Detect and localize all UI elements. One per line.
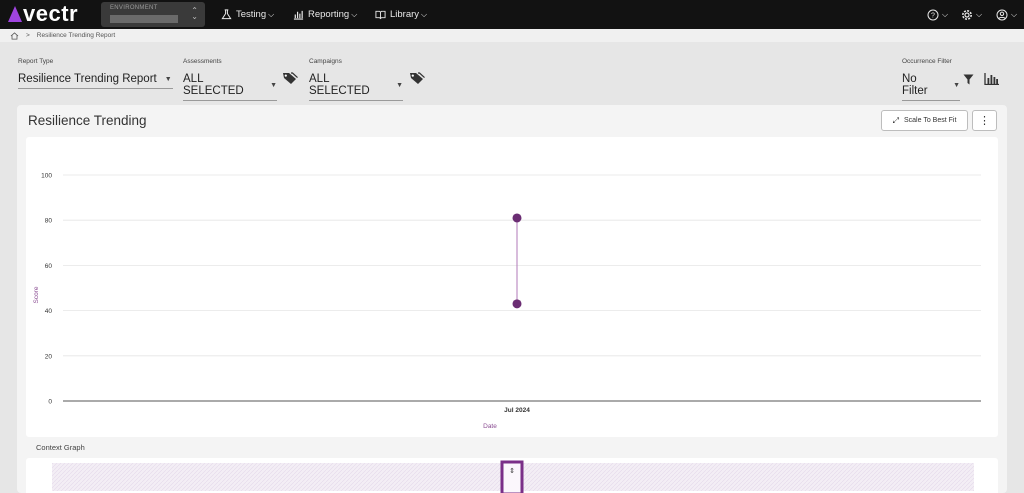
campaigns-select[interactable]: ALL SELECTED ▼: [309, 73, 403, 101]
breadcrumb-separator: >: [26, 32, 30, 39]
nav-testing-label: Testing: [236, 9, 267, 20]
campaigns-value: ALL SELECTED: [309, 73, 370, 97]
chevron-down-icon: ⌵: [1011, 9, 1018, 19]
tags-icon[interactable]: [282, 72, 298, 86]
resilience-panel: Resilience Trending ⤢ Scale To Best Fit …: [17, 105, 1007, 493]
bar-chart-icon[interactable]: [984, 73, 999, 85]
expand-arrows-icon: ⤢: [892, 115, 899, 125]
y-tick-label: 80: [45, 218, 53, 225]
chevron-down-icon: ⌵: [942, 9, 949, 19]
bar-chart-icon: [293, 10, 304, 20]
nav-library[interactable]: Library ⌵: [375, 0, 427, 29]
assessments-select[interactable]: ALL SELECTED ▼: [183, 73, 277, 101]
occurrence-value: No Filter: [902, 73, 928, 97]
tags-icon[interactable]: [409, 72, 425, 86]
help-menu[interactable]: ? ⌵: [927, 0, 948, 29]
caret-down-icon: ▼: [270, 81, 277, 89]
environment-value: [110, 15, 178, 23]
gear-icon: [962, 9, 972, 20]
vectr-logo[interactable]: vectr: [8, 3, 78, 25]
assessments-label: Assessments: [183, 58, 222, 65]
chevron-down-icon: ⌵: [421, 9, 428, 19]
report-type-select[interactable]: Resilience Trending Report ▼: [18, 73, 173, 89]
x-tick-label: Jul 2024: [504, 407, 530, 414]
top-nav: vectr ENVIRONMENT ⌃ ⌄ Testing ⌵ Reporting…: [0, 0, 1024, 29]
occurrence-filter: Occurrence Filter No Filter ▼: [902, 58, 960, 101]
assessments-filter: Assessments ALL SELECTED ▼: [183, 58, 277, 101]
context-graph-card: ⇕: [26, 458, 998, 493]
chevron-down-icon: ⌵: [351, 9, 358, 19]
scale-to-best-fit-button[interactable]: ⤢ Scale To Best Fit: [881, 110, 968, 131]
scale-button-label: Scale To Best Fit: [904, 117, 957, 124]
nav-reporting[interactable]: Reporting ⌵: [293, 0, 357, 29]
y-axis-label: Score: [33, 286, 40, 303]
panel-title: Resilience Trending: [28, 113, 147, 128]
logo-text: vectr: [23, 1, 79, 26]
breadcrumb-current: Resilience Trending Report: [36, 32, 116, 39]
more-vertical-icon: ⋮: [979, 115, 990, 127]
more-options-button[interactable]: ⋮: [972, 110, 997, 131]
chevron-down-icon: ⌵: [268, 9, 275, 19]
trend-chart: 0 20 40 60 80 100 Jul 2024 Date Score: [33, 173, 981, 430]
environment-label: ENVIRONMENT: [110, 5, 158, 11]
chart-card: 0 20 40 60 80 100 Jul 2024 Date Score: [26, 137, 998, 437]
y-tick-label: 100: [41, 173, 52, 180]
help-icon: ?: [927, 9, 939, 20]
brush-handle-icon[interactable]: ⇕: [509, 467, 515, 475]
caret-down-icon: ▼: [396, 81, 403, 89]
filter-icon[interactable]: [963, 74, 974, 85]
user-menu[interactable]: ⌵: [996, 0, 1017, 29]
data-point[interactable]: [512, 213, 522, 223]
y-tick-label: 60: [45, 263, 53, 270]
occurrence-label: Occurrence Filter: [902, 58, 952, 65]
nav-library-label: Library: [390, 9, 420, 20]
campaigns-label: Campaigns: [309, 58, 342, 65]
svg-text:?: ?: [931, 12, 935, 19]
occurrence-select[interactable]: No Filter ▼: [902, 73, 960, 101]
book-icon: [375, 10, 386, 20]
report-type-value: Resilience Trending Report: [18, 73, 157, 85]
nav-reporting-label: Reporting: [308, 9, 350, 20]
caret-down-icon: ▼: [164, 75, 172, 83]
updown-chevron-icon: ⌃ ⌄: [191, 6, 198, 21]
environment-selector[interactable]: ENVIRONMENT ⌃ ⌄: [101, 2, 205, 27]
y-tick-label: 20: [45, 353, 53, 360]
context-graph: ⇕: [52, 460, 974, 493]
context-brush-selection[interactable]: [500, 460, 524, 493]
assessments-value: ALL SELECTED: [183, 73, 244, 97]
breadcrumb: > Resilience Trending Report: [0, 29, 1024, 42]
settings-menu[interactable]: ⌵: [961, 0, 982, 29]
y-tick-label: 0: [48, 399, 52, 406]
context-graph-label: Context Graph: [36, 443, 85, 452]
campaigns-filter: Campaigns ALL SELECTED ▼: [309, 58, 403, 101]
data-point[interactable]: [512, 299, 522, 309]
report-type-filter: Report Type Resilience Trending Report ▼: [18, 58, 173, 89]
y-tick-label: 40: [45, 308, 53, 315]
chevron-down-icon: ⌵: [976, 9, 983, 19]
home-icon[interactable]: [10, 31, 19, 40]
logo-mark: [8, 6, 22, 22]
flask-icon: [221, 9, 232, 20]
report-type-label: Report Type: [18, 58, 54, 65]
x-axis-label: Date: [483, 423, 497, 430]
user-icon: [996, 9, 1008, 20]
nav-testing[interactable]: Testing ⌵: [221, 0, 274, 29]
caret-down-icon: ▼: [953, 81, 960, 89]
